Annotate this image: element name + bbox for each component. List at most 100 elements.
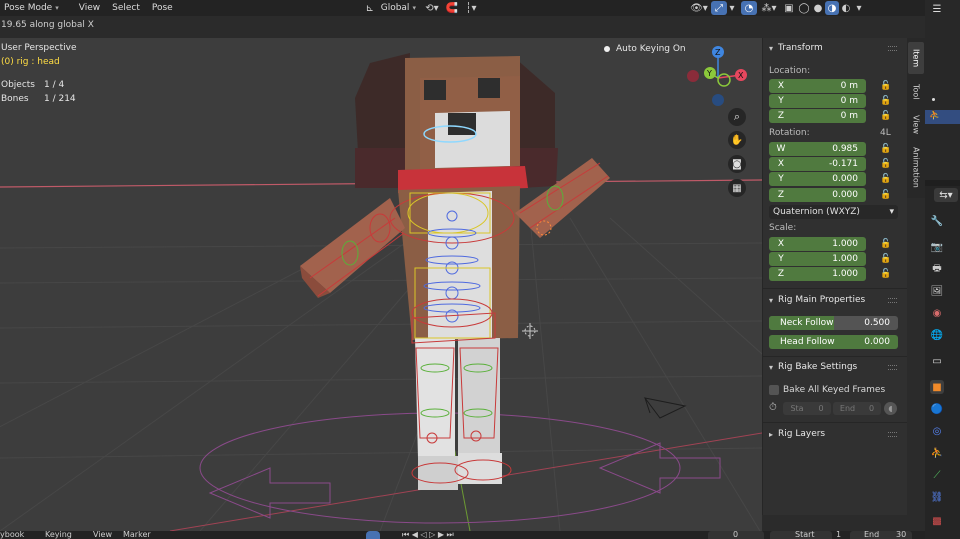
xray-icon[interactable]: ▣ xyxy=(781,1,797,15)
rotation-x-lock-icon[interactable]: 🔓 xyxy=(880,159,891,170)
drag-grip-icon[interactable] xyxy=(888,365,897,370)
shading-material-icon[interactable]: ◑ xyxy=(824,1,839,15)
pose-menu[interactable]: Pose xyxy=(148,1,177,15)
tab-tool[interactable]: Tool xyxy=(908,78,924,106)
drag-grip-icon[interactable] xyxy=(888,298,897,303)
current-frame-field[interactable]: 0 xyxy=(708,531,764,539)
bone-icon[interactable]: ⟋ xyxy=(930,468,944,482)
view-layer-icon[interactable]: 🖼 xyxy=(930,284,944,298)
start-frame-field[interactable]: Start 1 xyxy=(770,531,841,539)
overlay-dropdown-icon[interactable]: ⁂▾ xyxy=(757,1,781,15)
location-y-field[interactable]: Y0 m xyxy=(769,94,866,108)
end-frame-field[interactable]: End 30 xyxy=(850,531,912,539)
keying-menu[interactable]: Keying xyxy=(45,531,72,539)
bake-start-field[interactable]: Sta 0 xyxy=(783,402,831,415)
rig-bake-panel-header[interactable]: Rig Bake Settings xyxy=(769,360,857,374)
location-z-lock-icon[interactable]: 🔓 xyxy=(880,111,891,122)
snap-target-icon[interactable]: ┆▾ xyxy=(460,1,482,15)
gizmo-dropdown-icon[interactable]: ▾ xyxy=(727,1,737,15)
scale-x-field[interactable]: X 1.000 xyxy=(769,237,866,251)
rotation-label: Rotation: xyxy=(769,128,810,138)
scale-z-field[interactable]: Z 1.000 xyxy=(769,267,866,281)
bone-constraint-icon[interactable]: ⛓ xyxy=(930,490,944,504)
rotation-mode-dropdown[interactable]: Quaternion (WXYZ) ▾ xyxy=(769,205,898,219)
objects-stat-value: 1 / 4 xyxy=(44,80,65,90)
select-menu[interactable]: Select xyxy=(108,1,144,15)
camera-view-icon[interactable]: ◙ xyxy=(728,155,746,173)
rig-layers-panel-header[interactable]: Rig Layers xyxy=(769,427,825,441)
checkbox-box xyxy=(769,385,779,395)
location-x-lock-icon[interactable]: 🔓 xyxy=(880,81,891,92)
shading-rendered-icon[interactable]: ◐ xyxy=(839,1,853,15)
pan-hand-icon[interactable]: ✋ xyxy=(728,131,746,149)
scale-y-lock-icon[interactable]: 🔓 xyxy=(880,254,891,265)
rotation-y-lock-icon[interactable]: 🔓 xyxy=(880,174,891,185)
shading-wireframe-icon[interactable]: ◯ xyxy=(797,1,811,15)
output-icon[interactable]: 🖶 xyxy=(930,262,944,276)
rotation-z-field[interactable]: Z 0.000 xyxy=(769,188,866,202)
drag-grip-icon[interactable] xyxy=(888,432,897,437)
render-icon[interactable]: 📷 xyxy=(930,240,944,254)
playback-menu[interactable]: ybook xyxy=(0,531,24,539)
overlay-toggle-icon[interactable]: ◔ xyxy=(740,1,757,15)
shading-dropdown-icon[interactable]: ▾ xyxy=(853,1,865,15)
location-y-lock-icon[interactable]: 🔓 xyxy=(880,96,891,107)
tab-animation[interactable]: Animation xyxy=(908,142,924,192)
mode-selector[interactable]: Pose Mode xyxy=(0,1,63,15)
tool-icon[interactable]: 🔧 xyxy=(930,214,944,228)
auto-keying-label: Auto Keying On xyxy=(616,44,686,54)
drag-grip-icon[interactable] xyxy=(888,46,897,51)
rotation-4l-toggle[interactable]: 4L xyxy=(880,128,891,138)
orientation-dropdown[interactable]: Global xyxy=(377,1,420,15)
scene-canvas[interactable] xyxy=(0,38,762,531)
gizmo-toggle-icon[interactable]: ⤢ xyxy=(710,1,727,15)
view-menu-timeline[interactable]: View xyxy=(93,531,112,539)
scale-y-field[interactable]: Y 1.000 xyxy=(769,252,866,266)
neck-follow-slider[interactable]: Neck Follow 0.500 xyxy=(769,316,898,330)
tab-item[interactable]: Item xyxy=(908,42,924,74)
projection-grid-icon[interactable]: ▦ xyxy=(728,179,746,197)
gizmo-y-label: Y xyxy=(706,69,712,78)
modifier-icon[interactable]: 🔵 xyxy=(930,402,944,416)
filter-icon[interactable]: ☰ xyxy=(930,2,944,16)
collection-icon[interactable]: ▭ xyxy=(930,354,944,368)
location-x-field[interactable]: X0 m xyxy=(769,79,866,93)
zoom-icon[interactable]: ⌕ xyxy=(728,108,746,126)
world-icon[interactable]: 🌐 xyxy=(930,328,944,342)
texture-icon[interactable]: ▩ xyxy=(930,514,944,528)
nose xyxy=(448,113,476,135)
rig-main-panel-header[interactable]: Rig Main Properties xyxy=(769,293,865,307)
viewport-header: Pose Mode View Select Pose ⊾ Global ⟲▾ 🧲… xyxy=(0,0,925,16)
pivot-icon[interactable]: ⟲▾ xyxy=(420,1,444,15)
visibility-icon[interactable]: 👁▾ xyxy=(687,1,711,15)
head-follow-slider[interactable]: Head Follow 0.000 xyxy=(769,335,898,349)
snap-icon[interactable]: 🧲 xyxy=(444,1,460,15)
scale-z-lock-icon[interactable]: 🔓 xyxy=(880,269,891,280)
playback-controls[interactable]: ⏮ ◀ ◁ ▷ ▶ ⏭ xyxy=(402,531,454,539)
rotation-w-lock-icon[interactable]: 🔓 xyxy=(880,144,891,155)
object-data-armature-icon[interactable]: ⛹ xyxy=(930,446,944,460)
bake-action-icon[interactable]: ◖ xyxy=(884,402,897,415)
editor-type-icon[interactable]: ⇆▾ xyxy=(934,188,958,202)
sun-light xyxy=(643,397,687,419)
rotation-y-field[interactable]: Y 0.000 xyxy=(769,172,866,186)
object-icon[interactable]: ■ xyxy=(930,380,944,394)
location-z-field[interactable]: Z0 m xyxy=(769,109,866,123)
view-menu[interactable]: View xyxy=(75,1,104,15)
rotation-z-lock-icon[interactable]: 🔓 xyxy=(880,190,891,201)
record-button[interactable] xyxy=(366,531,380,539)
3d-viewport[interactable]: User Perspective (0) rig : head Objects … xyxy=(0,38,762,531)
navigation-gizmo[interactable]: Z X Y xyxy=(684,42,754,114)
physics-icon[interactable]: ◎ xyxy=(930,424,944,438)
scale-x-lock-icon[interactable]: 🔓 xyxy=(880,239,891,250)
outliner-dot-icon xyxy=(932,98,935,101)
transform-panel-header[interactable]: Transform xyxy=(769,41,823,55)
bake-end-field[interactable]: End 0 xyxy=(833,402,881,415)
marker-menu[interactable]: Marker xyxy=(123,531,151,539)
bake-all-keyed-checkbox[interactable]: Bake All Keyed Frames xyxy=(769,384,885,396)
scene-icon[interactable]: ◉ xyxy=(930,306,944,320)
rotation-w-field[interactable]: W 0.985 xyxy=(769,142,866,156)
tab-view[interactable]: View xyxy=(908,110,924,138)
rotation-x-field[interactable]: X -0.171 xyxy=(769,157,866,171)
shading-solid-icon[interactable]: ● xyxy=(811,1,825,15)
